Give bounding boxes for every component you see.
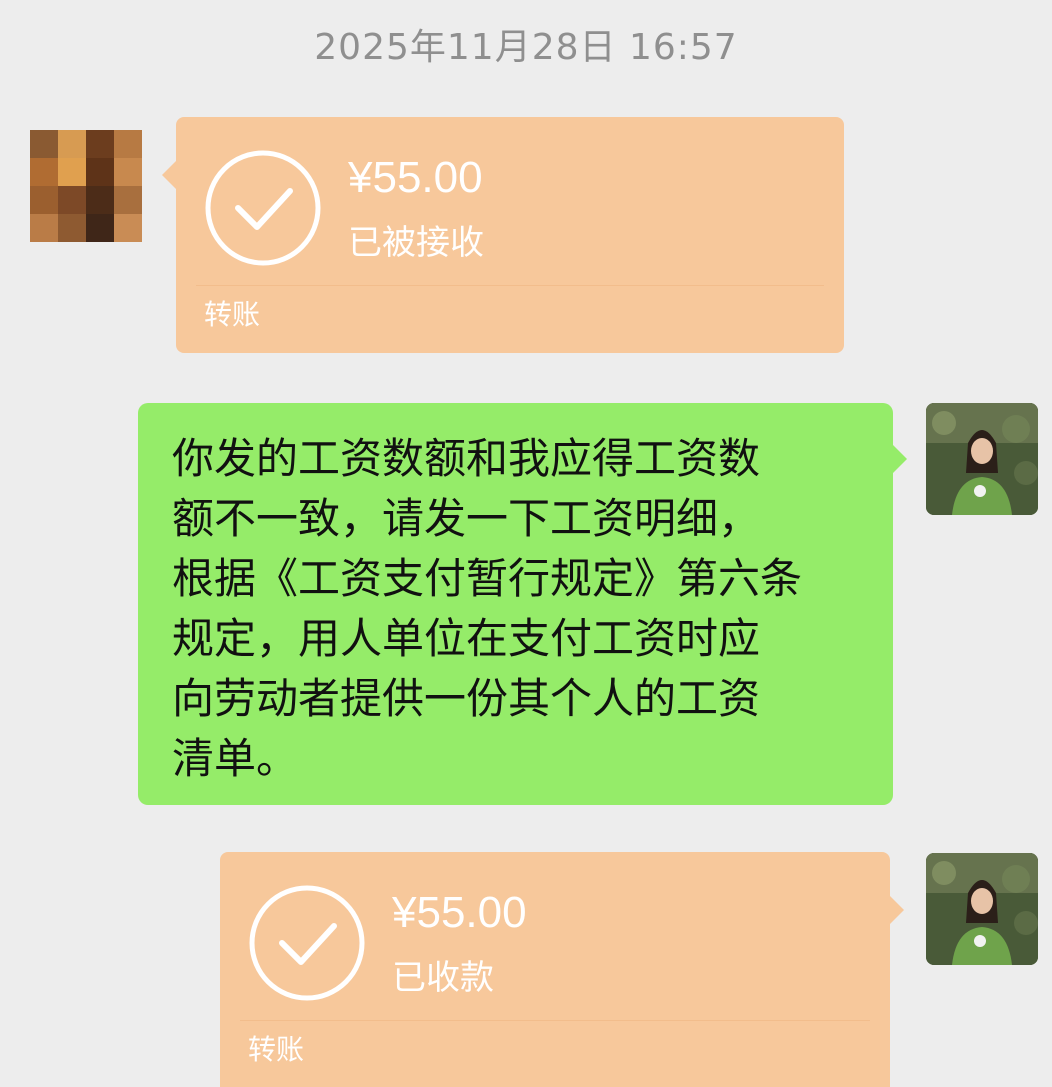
transfer-status: 已收款	[392, 958, 494, 998]
message-line: 你发的工资数额和我应得工资数	[172, 434, 761, 483]
transfer-label: 转账	[248, 1033, 305, 1066]
transfer-label: 转账	[204, 298, 261, 331]
transfer-divider	[240, 1020, 870, 1021]
message-line: 额不一致，请发一下工资明细，	[172, 494, 761, 543]
transfer-amount: ¥55.00	[392, 888, 527, 937]
message-line: 规定，用人单位在支付工资时应	[172, 614, 761, 663]
transfer-bubble-received[interactable]: ¥55.00 已被接收 转账	[162, 117, 844, 353]
transfer-divider	[196, 285, 824, 286]
message-line: 根据《工资支付暂行规定》第六条	[172, 554, 803, 603]
check-circle-icon	[205, 150, 321, 266]
transfer-amount: ¥55.00	[348, 153, 483, 202]
message-line: 向劳动者提供一份其个人的工资	[172, 674, 761, 723]
self-avatar[interactable]	[926, 403, 1038, 515]
text-message-bubble[interactable]: 你发的工资数额和我应得工资数 额不一致，请发一下工资明细， 根据《工资支付暂行规…	[138, 403, 907, 805]
message-line: 清单。	[172, 734, 299, 783]
check-circle-icon	[249, 885, 365, 1001]
contact-avatar[interactable]	[30, 130, 142, 242]
chat-timestamp: 2025年11月28日 16:57	[314, 27, 738, 68]
transfer-bubble-sent[interactable]: ¥55.00 已收款 转账	[220, 852, 904, 1087]
self-avatar[interactable]	[926, 853, 1038, 965]
transfer-status: 已被接收	[348, 223, 484, 263]
